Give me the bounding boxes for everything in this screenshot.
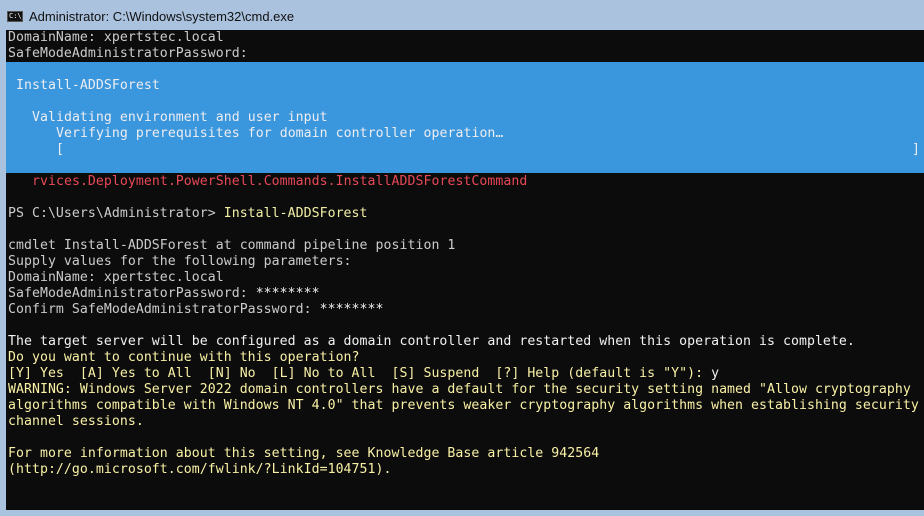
confirm-password-mask: ******** <box>319 302 384 317</box>
console-line: Confirm SafeModeAdministratorPassword: *… <box>8 302 384 318</box>
choice-line: [Y] Yes [A] Yes to All [N] No [L] No to … <box>8 366 719 382</box>
console-line: SafeModeAdministratorPassword: <box>8 46 248 61</box>
password-mask: ******** <box>255 286 320 301</box>
prompt: PS C:\Users\Administrator> <box>8 206 224 221</box>
warning-line: channel sessions. <box>8 414 144 429</box>
progress-bar-left: [ <box>56 142 64 157</box>
choice-answer: y <box>711 366 720 381</box>
password-label: SafeModeAdministratorPassword: <box>8 286 256 301</box>
console-line: cmdlet Install-ADDSForest at command pip… <box>8 238 456 253</box>
cmd-icon: C:\_ <box>7 11 23 22</box>
console-line: Do you want to continue with this operat… <box>8 350 360 365</box>
warning-line: WARNING: Windows Server 2022 domain cont… <box>8 382 911 397</box>
progress-banner: Install-ADDSForest Validating environmen… <box>6 62 924 173</box>
choice-prompt: [Y] Yes [A] Yes to All [N] No [L] No to … <box>8 366 712 381</box>
error-line: rvices.Deployment.PowerShell.Commands.In… <box>32 174 528 189</box>
console-output[interactable]: DomainName: xpertstec.local SafeModeAdmi… <box>6 30 924 510</box>
window-title: Administrator: C:\Windows\system32\cmd.e… <box>29 9 295 24</box>
console-line: Supply values for the following paramete… <box>8 254 352 269</box>
command-text: Install-ADDSForest <box>223 206 368 221</box>
console-line: DomainName: xpertstec.local <box>8 270 224 285</box>
progress-activity: Install-ADDSForest <box>16 78 160 93</box>
progress-bar-right: ] <box>912 142 920 157</box>
console-line: The target server will be configured as … <box>8 334 855 349</box>
info-line: (http://go.microsoft.com/fwlink/?LinkId=… <box>8 462 392 477</box>
progress-operation: Verifying prerequisites for domain contr… <box>56 126 504 141</box>
warning-line: algorithms compatible with Windows NT 4.… <box>8 398 919 413</box>
progress-status: Validating environment and user input <box>32 110 328 125</box>
console-line: DomainName: xpertstec.local <box>8 30 224 45</box>
console-line: SafeModeAdministratorPassword: ******** <box>8 286 320 302</box>
title-bar[interactable]: C:\_ Administrator: C:\Windows\system32\… <box>0 0 924 30</box>
info-line: For more information about this setting,… <box>8 446 600 461</box>
prompt-line: PS C:\Users\Administrator> Install-ADDSF… <box>8 206 368 222</box>
confirm-password-label: Confirm SafeModeAdministratorPassword: <box>8 302 320 317</box>
